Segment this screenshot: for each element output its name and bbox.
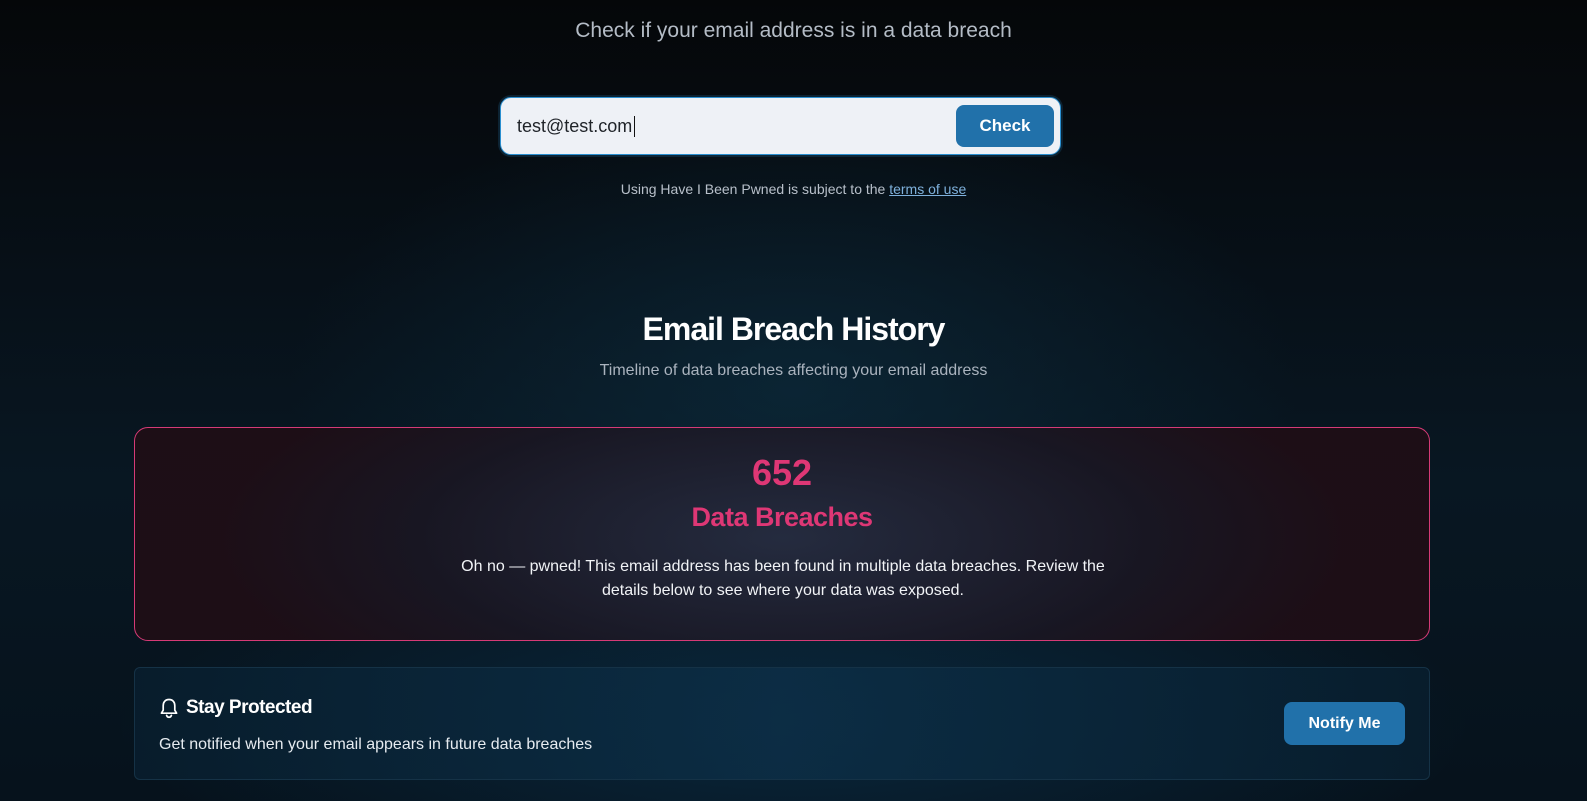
- stay-protected-heading: Stay Protected: [159, 696, 313, 720]
- terms-text: Using Have I Been Pwned is subject to th…: [620, 181, 886, 197]
- bell-icon: [159, 697, 179, 719]
- breach-count: 652: [751, 452, 813, 493]
- terms-of-use-link[interactable]: terms of use: [889, 181, 966, 197]
- stay-protected-card: Stay Protected Get notified when your em…: [134, 667, 1430, 780]
- breach-summary-card: 652 Data Breaches Oh no — pwned! This em…: [134, 427, 1430, 641]
- text-caret: [634, 116, 635, 137]
- stay-protected-description: Get notified when your email appears in …: [159, 736, 593, 753]
- search-heading: Check if your email address is in a data…: [575, 19, 1012, 42]
- breach-message: Oh no — pwned! This email address has be…: [461, 558, 1105, 599]
- search-form: Check: [500, 97, 1061, 155]
- terms-notice: Using Have I Been Pwned is subject to th…: [0, 181, 1587, 197]
- page-subtitle: Timeline of data breaches affecting your…: [599, 362, 988, 379]
- notify-me-button[interactable]: Notify Me: [1284, 702, 1405, 745]
- stay-protected-title: Stay Protected: [186, 697, 313, 718]
- page-title: Email Breach History: [642, 311, 946, 347]
- email-input[interactable]: [517, 98, 937, 154]
- breach-count-label: Data Breaches: [691, 502, 873, 532]
- check-button[interactable]: Check: [956, 105, 1054, 147]
